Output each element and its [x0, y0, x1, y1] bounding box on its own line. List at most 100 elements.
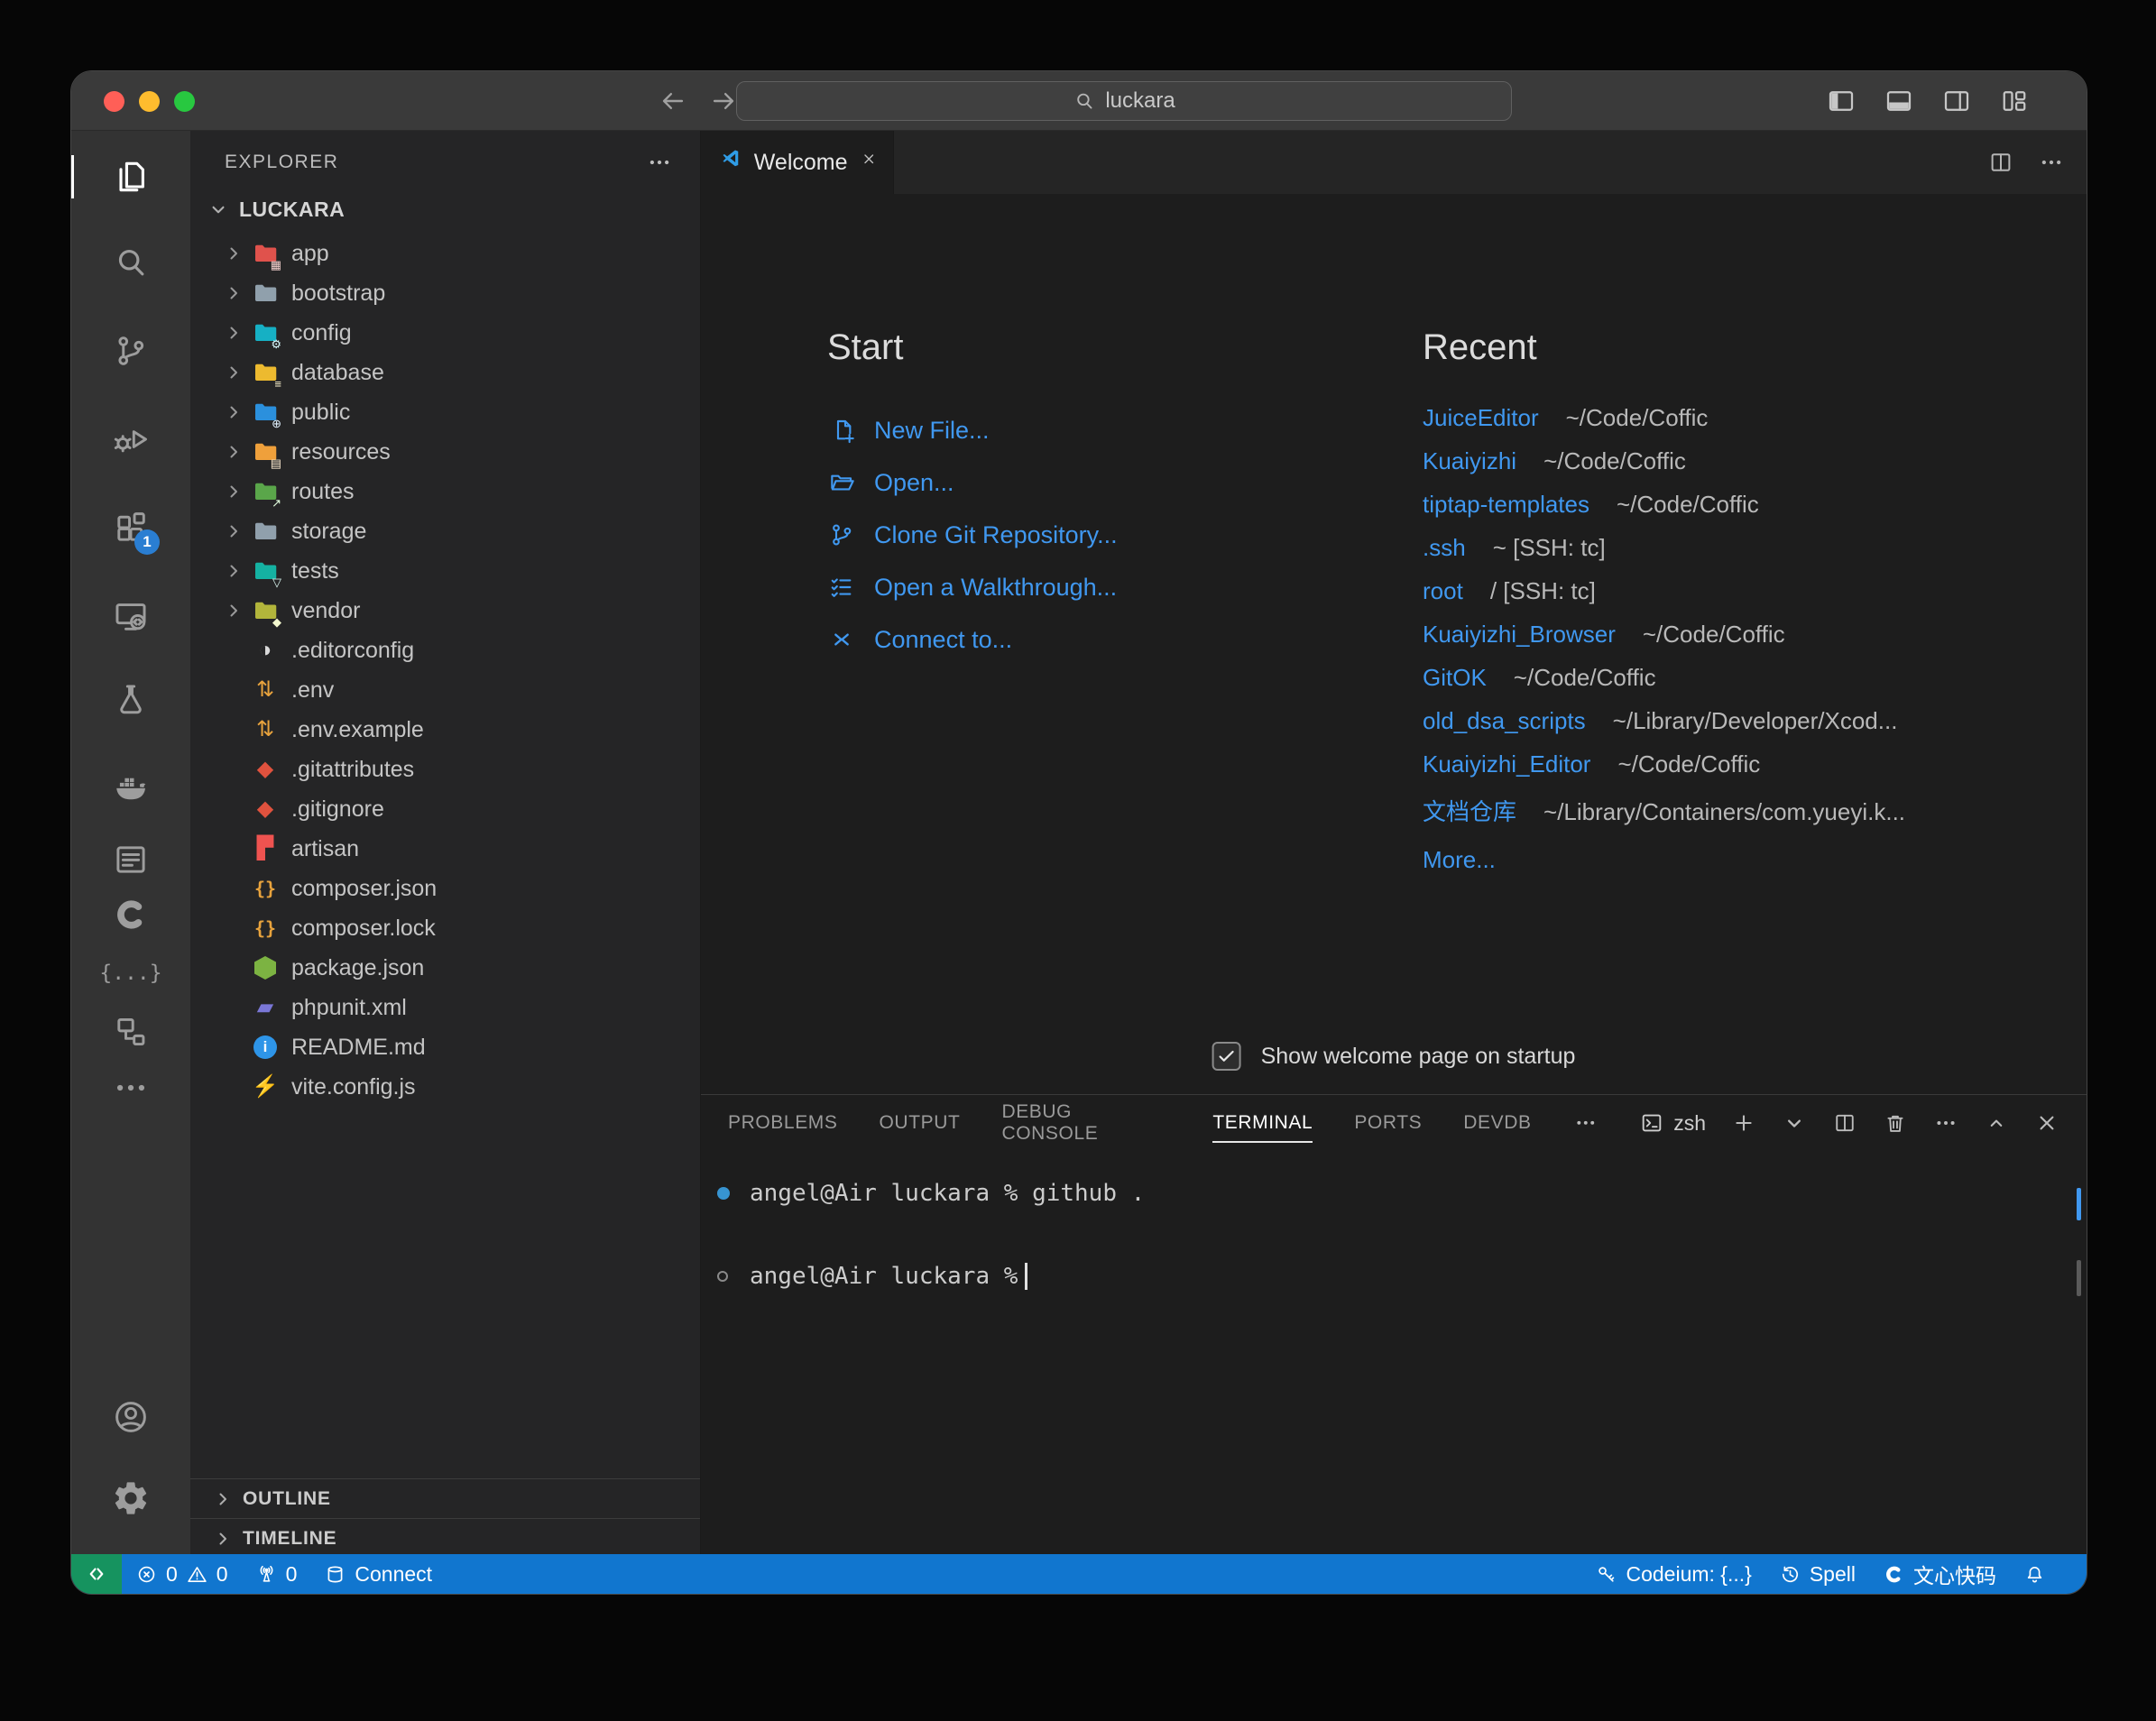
- tree-item-phpunit-xml[interactable]: ▰phpunit.xml: [190, 988, 700, 1027]
- recent-workspace-link[interactable]: .ssh: [1423, 534, 1466, 562]
- recent-workspace-link[interactable]: Kuaiyizhi_Browser: [1423, 621, 1616, 649]
- kill-terminal-icon[interactable]: [1883, 1110, 1908, 1136]
- status-item-problems[interactable]: 00: [122, 1554, 242, 1594]
- activity-item-settings[interactable]: [109, 1477, 152, 1520]
- tree-item--editorconfig[interactable]: ◑.editorconfig: [190, 630, 700, 670]
- terminal-shell-selector[interactable]: zsh: [1639, 1110, 1706, 1136]
- remote-indicator[interactable]: [71, 1554, 122, 1594]
- terminal-scrollbar-thumb[interactable]: [2077, 1260, 2081, 1296]
- panel-tab-terminal[interactable]: TERMINAL: [1212, 1095, 1313, 1151]
- tree-item-storage[interactable]: storage: [190, 511, 700, 551]
- tree-item-package-json[interactable]: package.json: [190, 948, 700, 988]
- activity-item-extensions[interactable]: 1: [109, 506, 152, 549]
- explorer-more-actions-icon[interactable]: [646, 149, 673, 176]
- close-window-button[interactable]: [104, 91, 124, 112]
- recent-workspace-link[interactable]: JuiceEditor: [1423, 404, 1539, 432]
- start-link-walkthrough[interactable]: Open a Walkthrough...: [827, 561, 1118, 613]
- split-terminal-icon[interactable]: [1832, 1110, 1857, 1136]
- panel-tab-devdb[interactable]: DEVDB: [1463, 1095, 1531, 1151]
- close-tab-icon[interactable]: [861, 151, 877, 174]
- activity-item-source-control[interactable]: [109, 329, 152, 373]
- panel-tab-ports[interactable]: PORTS: [1354, 1095, 1422, 1151]
- activity-item-output-list[interactable]: [109, 838, 152, 881]
- start-link-git-branch[interactable]: Clone Git Repository...: [827, 509, 1118, 561]
- recent-workspace-link[interactable]: old_dsa_scripts: [1423, 707, 1586, 735]
- status-item-spell-checker[interactable]: Spell: [1765, 1554, 1869, 1594]
- tree-item-app[interactable]: ▦app: [190, 234, 700, 273]
- activity-item-docker[interactable]: [109, 764, 152, 807]
- toggle-secondary-sidebar-icon[interactable]: [1940, 85, 1973, 117]
- tree-item-artisan[interactable]: ▛artisan: [190, 829, 700, 869]
- outline-section-header[interactable]: OUTLINE: [190, 1478, 700, 1518]
- tree-item--gitattributes[interactable]: ◆.gitattributes: [190, 750, 700, 789]
- maximize-panel-icon[interactable]: [1984, 1110, 2009, 1136]
- tree-root-luckara[interactable]: LUCKARA: [190, 189, 700, 230]
- back-icon[interactable]: [658, 86, 688, 116]
- minimize-window-button[interactable]: [139, 91, 160, 112]
- start-link-new-file[interactable]: New File...: [827, 404, 1118, 456]
- tree-item-vendor[interactable]: ◆vendor: [190, 591, 700, 630]
- toggle-primary-sidebar-icon[interactable]: [1825, 85, 1857, 117]
- split-editor-icon[interactable]: [1987, 149, 2014, 176]
- editor-more-actions-icon[interactable]: [2038, 149, 2065, 176]
- launch-profile-icon[interactable]: [1782, 1110, 1807, 1136]
- status-item-ports-forwarded[interactable]: 0: [242, 1554, 311, 1594]
- recent-workspace-link[interactable]: tiptap-templates: [1423, 491, 1589, 519]
- startup-checkbox[interactable]: [1212, 1042, 1241, 1071]
- panel-tabs-overflow-icon[interactable]: [1573, 1110, 1599, 1136]
- recent-workspace-link[interactable]: 文档仓库: [1423, 794, 1516, 827]
- activity-item-codeium[interactable]: [109, 893, 152, 936]
- close-panel-icon[interactable]: [2034, 1110, 2059, 1136]
- tree-item-public[interactable]: ⊕public: [190, 392, 700, 432]
- activity-item-more-views[interactable]: [109, 1066, 152, 1109]
- tree-item-composer-lock[interactable]: {}composer.lock: [190, 908, 700, 948]
- command-center-search[interactable]: luckara: [736, 81, 1512, 121]
- recent-more-link[interactable]: More...: [1423, 846, 1496, 874]
- new-terminal-icon[interactable]: [1731, 1110, 1756, 1136]
- tree-item--gitignore[interactable]: ◆.gitignore: [190, 789, 700, 829]
- tree-item-database[interactable]: ≡database: [190, 353, 700, 392]
- zoom-window-button[interactable]: [174, 91, 195, 112]
- activity-item-testing[interactable]: [109, 678, 152, 722]
- tree-item--env-example[interactable]: ⇅.env.example: [190, 710, 700, 750]
- timeline-section-header[interactable]: TIMELINE: [190, 1518, 700, 1558]
- activity-item-explorer[interactable]: [109, 155, 152, 198]
- status-item-notifications[interactable]: [2010, 1554, 2059, 1594]
- start-link-remote-connect[interactable]: Connect to...: [827, 613, 1118, 666]
- activity-item-run-debug[interactable]: [109, 418, 152, 461]
- tree-item-resources[interactable]: ▤resources: [190, 432, 700, 472]
- tree-item-vite-config-js[interactable]: ⚡vite.config.js: [190, 1067, 700, 1107]
- more-actions-icon[interactable]: [1933, 1110, 1958, 1136]
- tree-item-routes[interactable]: ↗routes: [190, 472, 700, 511]
- tab-welcome[interactable]: Welcome: [701, 131, 894, 194]
- tree-item-tests[interactable]: ▽tests: [190, 551, 700, 591]
- activity-item-linked-editors[interactable]: [109, 1010, 152, 1054]
- customize-layout-icon[interactable]: [1998, 85, 2031, 117]
- start-link-open-folder[interactable]: Open...: [827, 456, 1118, 509]
- recent-workspace-link[interactable]: root: [1423, 577, 1463, 605]
- panel-tab-debug-console[interactable]: DEBUG CONSOLE: [1001, 1095, 1171, 1151]
- recent-workspace-link[interactable]: GitOK: [1423, 664, 1487, 692]
- tree-item-config[interactable]: ⚙config: [190, 313, 700, 353]
- status-item-text: Codeium: {...}: [1626, 1562, 1751, 1587]
- panel-tab-output[interactable]: OUTPUT: [880, 1095, 961, 1151]
- activity-item-remote-explorer[interactable]: [109, 594, 152, 638]
- recent-workspace-link[interactable]: Kuaiyizhi: [1423, 447, 1516, 475]
- chevron-right-icon: [223, 243, 244, 264]
- tree-item--env[interactable]: ⇅.env: [190, 670, 700, 710]
- forward-icon[interactable]: [708, 86, 739, 116]
- activity-item-braces[interactable]: {...}: [109, 952, 152, 995]
- status-item-codeium-status[interactable]: Codeium: {...}: [1581, 1554, 1764, 1594]
- terminal-content[interactable]: angel@Air luckara % github .angel@Air lu…: [701, 1151, 2087, 1554]
- tree-item-composer-json[interactable]: {}composer.json: [190, 869, 700, 908]
- tree-item-bootstrap[interactable]: bootstrap: [190, 273, 700, 313]
- file-icon: ▛: [252, 835, 279, 862]
- tree-item-readme-md[interactable]: iREADME.md: [190, 1027, 700, 1067]
- toggle-panel-icon[interactable]: [1883, 85, 1915, 117]
- recent-workspace-link[interactable]: Kuaiyizhi_Editor: [1423, 750, 1590, 778]
- activity-item-search[interactable]: [109, 241, 152, 284]
- status-item-db-connect[interactable]: Connect: [310, 1554, 446, 1594]
- status-item-wenxin-kuaima[interactable]: 文心快码: [1869, 1554, 2010, 1594]
- panel-tab-problems[interactable]: PROBLEMS: [728, 1095, 838, 1151]
- activity-item-account[interactable]: [109, 1395, 152, 1439]
